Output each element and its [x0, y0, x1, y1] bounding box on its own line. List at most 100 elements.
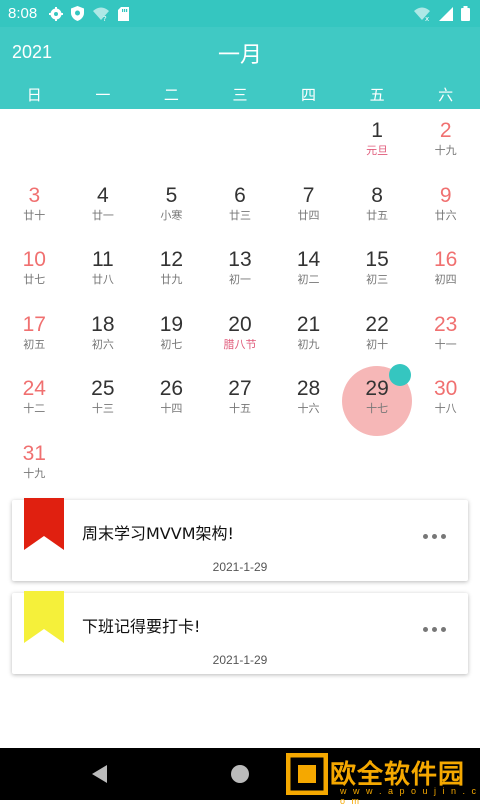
day-cell[interactable]: 18 初六: [69, 312, 138, 377]
empty-day-cell: [274, 118, 343, 183]
empty-day-cell: [274, 441, 343, 506]
day-cell[interactable]: 10 廿七: [0, 247, 69, 312]
more-horizontal-icon[interactable]: [423, 534, 446, 539]
day-cell[interactable]: 28 十六: [274, 376, 343, 441]
day-cell[interactable]: 16 初四: [411, 247, 480, 312]
svg-text:?: ?: [103, 15, 107, 21]
bookmark-flag-icon: [24, 498, 64, 550]
empty-day-cell: [411, 441, 480, 506]
lunar-date: 十八: [434, 402, 457, 415]
day-cell[interactable]: 7 廿四: [274, 183, 343, 248]
weekday-tue: 二: [163, 86, 179, 104]
lunar-date: 初一: [228, 273, 251, 286]
weekday-thu: 四: [301, 86, 317, 104]
day-cell[interactable]: 20 腊八节: [206, 312, 275, 377]
empty-day-cell: [69, 118, 138, 183]
day-cell[interactable]: 4 廿一: [69, 183, 138, 248]
day-number: 3: [28, 183, 41, 207]
lunar-date: 初四: [434, 273, 457, 286]
day-number: 19: [159, 312, 184, 336]
task-card[interactable]: 周末学习MVVM架构! 2021-1-29: [12, 498, 468, 581]
task-date: 2021-1-29: [212, 653, 268, 667]
day-number: 12: [159, 248, 184, 271]
day-cell[interactable]: 29 十七: [342, 364, 413, 441]
lunar-date: 初六: [91, 337, 114, 351]
calendar-week: 31 十九: [0, 441, 480, 506]
signal-icon: [439, 6, 453, 21]
day-cell[interactable]: 6 廿三: [206, 183, 275, 248]
day-cell[interactable]: 19 初七: [137, 312, 206, 377]
weekday-sun: 日: [26, 86, 42, 104]
day-cell[interactable]: 8 廿五: [343, 183, 412, 248]
day-cell[interactable]: 26 十四: [137, 376, 206, 441]
lunar-date: 初七: [160, 337, 183, 351]
shield-icon: [71, 6, 85, 21]
calendar-week: 10 廿七 11 廿八 12 廿九 13 初一 14 初二 15 初三 16 初四: [0, 247, 480, 312]
day-cell[interactable]: 9 廿六: [411, 183, 480, 248]
lunar-date: 小寒: [160, 208, 183, 222]
lunar-date: 初十: [366, 337, 389, 351]
empty-day-cell: [206, 118, 275, 183]
task-date: 2021-1-29: [212, 560, 268, 574]
empty-day-cell: [206, 441, 275, 506]
day-cell[interactable]: 13 初一: [206, 247, 275, 312]
battery-icon: [461, 6, 470, 21]
day-cell[interactable]: 1 元旦: [343, 118, 412, 183]
more-horizontal-icon[interactable]: [423, 627, 446, 632]
day-cell[interactable]: 17 初五: [0, 312, 69, 377]
event-indicator-dot: [388, 364, 411, 386]
day-cell[interactable]: 5 小寒: [137, 183, 206, 248]
weekday-header: 日 一 二 三 四 五 六: [0, 81, 480, 109]
day-cell[interactable]: 12 廿九: [137, 247, 206, 312]
back-icon[interactable]: [92, 765, 107, 783]
task-card[interactable]: 下班记得要打卡! 2021-1-29: [12, 591, 468, 674]
day-cell[interactable]: 23 十一: [411, 312, 480, 377]
day-number: 30: [433, 377, 458, 400]
day-number: 31: [22, 441, 46, 465]
day-number: 10: [22, 248, 46, 271]
lunar-date: 十四: [160, 402, 183, 415]
watermark-logo-icon: [286, 753, 328, 795]
day-cell[interactable]: 30 十八: [411, 376, 480, 441]
day-cell[interactable]: 11 廿八: [69, 247, 138, 312]
lunar-date: 腊八节: [223, 337, 257, 351]
day-cell[interactable]: 24 十二: [0, 376, 69, 441]
weekday-mon: 一: [95, 86, 111, 104]
day-number: 13: [228, 248, 252, 271]
day-number: 23: [433, 312, 458, 336]
day-number: 18: [91, 312, 115, 336]
day-cell[interactable]: 31 十九: [0, 441, 69, 506]
day-cell[interactable]: 27 十五: [206, 376, 275, 441]
day-cell[interactable]: 2 十九: [411, 118, 480, 183]
lunar-date: 廿四: [297, 208, 320, 222]
lunar-date: 廿八: [91, 273, 114, 286]
day-number: 9: [439, 183, 452, 207]
day-cell[interactable]: 25 十三: [69, 376, 138, 441]
month-title: 一月: [217, 43, 262, 68]
weekday-wed: 三: [232, 86, 248, 104]
home-icon[interactable]: [231, 765, 249, 783]
calendar-week: 24 十二 25 十三 26 十四 27 十五 28 十六 29 十七 30 十八: [0, 364, 480, 441]
sd-card-icon: [118, 6, 130, 21]
day-number: 11: [91, 248, 114, 271]
day-cell[interactable]: 3 廿十: [0, 183, 69, 248]
bookmark-flag-icon: [24, 591, 64, 643]
day-cell[interactable]: 21 初九: [274, 312, 343, 377]
empty-day-cell: [137, 118, 206, 183]
svg-text:x: x: [425, 15, 429, 21]
task-title: 下班记得要打卡!: [82, 617, 201, 636]
day-number: 26: [159, 377, 184, 400]
lunar-date: 廿六: [434, 208, 457, 222]
empty-day-cell: [343, 441, 412, 506]
wifi-x-icon: x: [414, 7, 430, 21]
flag-shape: [24, 591, 64, 643]
status-time: 8:08: [8, 5, 38, 22]
weekday-sat: 六: [438, 86, 454, 104]
lunar-date: 十三: [91, 402, 114, 415]
lunar-date: 廿一: [91, 208, 114, 222]
lunar-date: 十九: [434, 144, 457, 157]
calendar-week: 1 元旦 2 十九: [0, 118, 480, 183]
day-cell[interactable]: 15 初三: [343, 247, 412, 312]
weekday-fri: 五: [369, 86, 385, 104]
day-cell[interactable]: 14 初二: [274, 247, 343, 312]
